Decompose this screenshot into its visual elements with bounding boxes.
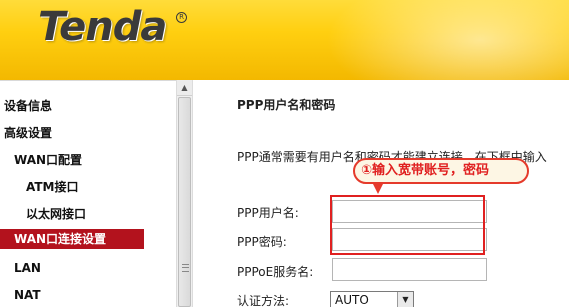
username-label: PPP用户名: bbox=[237, 206, 299, 220]
sidebar-item-nat[interactable]: NAT bbox=[14, 285, 41, 305]
sidebar-item-advanced[interactable]: 高级设置 bbox=[4, 123, 52, 143]
auth-method-label: 认证方法: bbox=[237, 294, 290, 307]
scroll-thumb[interactable] bbox=[178, 97, 191, 307]
sidebar-item-wan-connection[interactable]: WAN口连接设置 bbox=[0, 229, 144, 249]
sidebar-item-device-info[interactable]: 设备信息 bbox=[4, 96, 52, 116]
auth-method-value: AUTO bbox=[335, 293, 369, 307]
header-banner: Tenda R bbox=[0, 0, 569, 80]
sidebar-item-lan[interactable]: LAN bbox=[14, 258, 41, 278]
service-name-label: PPPoE服务名: bbox=[237, 265, 314, 279]
chevron-down-icon[interactable]: ▼ bbox=[397, 292, 413, 307]
registered-mark-icon: R bbox=[176, 12, 187, 23]
tenda-logo: Tenda bbox=[38, 4, 167, 50]
sidebar-item-atm[interactable]: ATM接口 bbox=[26, 177, 78, 197]
scroll-up-arrow-icon[interactable]: ▲ bbox=[177, 80, 192, 96]
password-label: PPP密码: bbox=[237, 235, 287, 249]
header-glow bbox=[300, 0, 569, 80]
sidebar-item-wan-config[interactable]: WAN口配置 bbox=[14, 150, 82, 170]
sidebar-scrollbar[interactable]: ▲ bbox=[176, 80, 193, 307]
sidebar-nav: 设备信息 高级设置 WAN口配置 ATM接口 以太网接口 WAN口连接设置 LA… bbox=[0, 80, 176, 307]
grip-icon bbox=[182, 264, 189, 272]
section-title: PPP用户名和密码 bbox=[237, 98, 336, 112]
password-input[interactable] bbox=[332, 228, 487, 251]
auth-method-select[interactable]: AUTO ▼ bbox=[330, 291, 414, 307]
sidebar-item-ethernet[interactable]: 以太网接口 bbox=[26, 204, 86, 224]
annotation-callout: ①输入宽带账号，密码 bbox=[353, 158, 529, 184]
service-name-input[interactable] bbox=[332, 258, 487, 281]
username-input[interactable] bbox=[332, 200, 487, 223]
